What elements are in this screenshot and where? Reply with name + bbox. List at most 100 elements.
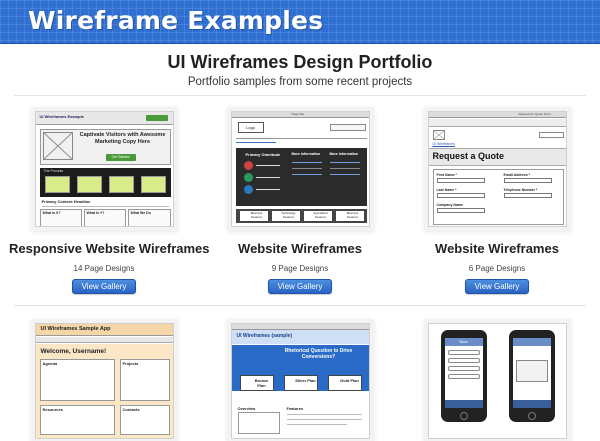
wf-field-input <box>436 193 485 198</box>
wf-dark-heading: More Information <box>291 152 321 156</box>
wf-panel-title: Contacts <box>122 407 140 412</box>
wf-text-line <box>255 165 280 166</box>
wf-col-label: What Is Y? <box>86 211 105 215</box>
page-subtitle: Portfolio samples from some recent proje… <box>187 76 413 88</box>
wf-text-line <box>286 414 362 415</box>
thumbnail-mobile-app-wireframe[interactable]: Store <box>427 323 567 439</box>
wf-section-title: Features <box>286 406 304 411</box>
wf-text-line <box>255 189 280 190</box>
wf-panel-title: Projects <box>122 361 139 366</box>
wf-sticky-note <box>140 176 166 193</box>
divider <box>14 305 586 306</box>
wf-tab-bar <box>512 400 551 408</box>
wf-field-input <box>503 178 552 183</box>
wf-text-line <box>41 206 169 207</box>
thumbnail-website-wireframe[interactable]: Page title Logo Primary Omnitude More In… <box>230 111 370 227</box>
wf-footer-tile: Specialized Features <box>303 211 332 221</box>
wf-video-placeholder <box>237 412 280 434</box>
view-gallery-button[interactable]: View Gallery <box>464 279 530 294</box>
wf-panel-title: Resources <box>42 407 63 412</box>
wf-question: Rhetorical Question to Drive Conversions… <box>284 348 353 360</box>
wf-hero-button: Get Started <box>105 154 136 161</box>
wf-tab-bar <box>35 337 173 343</box>
wf-field-label: Last Name * <box>436 188 457 192</box>
wf-field-label: First Name * <box>436 173 457 177</box>
wf-panel-title: Agenda <box>42 361 58 366</box>
wf-text-line <box>329 168 360 169</box>
wf-window-label: Request for Quote Form <box>518 112 551 116</box>
card-page-count: 6 Page Designs <box>468 264 526 273</box>
wf-signup-button <box>145 115 168 121</box>
wf-text-line <box>286 419 362 420</box>
wf-field-label: Email Address * <box>503 173 531 177</box>
wf-plan-card: Gold Plan <box>327 375 362 391</box>
wf-sticky-note <box>108 176 134 193</box>
wf-account-box <box>538 132 564 138</box>
wf-col-label: What We Do <box>130 211 151 215</box>
wf-footer-tile: Technology Features <box>271 211 300 221</box>
wf-list-row <box>447 358 480 363</box>
wf-sticky-note <box>76 176 102 193</box>
wf-process-label: The Process <box>43 169 64 173</box>
portfolio-card-mobile-app: Store <box>402 323 592 439</box>
image-placeholder-icon <box>432 130 445 140</box>
card-title: Responsive Website Wireframes <box>9 241 210 256</box>
wf-link-line <box>329 162 360 163</box>
wf-text-line <box>286 424 347 425</box>
wf-blue-icon <box>243 185 253 194</box>
wf-content-headline: Primary Content Headline <box>41 199 91 204</box>
wf-plan-card: Bronze Plan <box>239 375 274 391</box>
wf-tab-bar <box>444 400 483 408</box>
portfolio-card-responsive: UI Wireframes Example Captivate Visitors… <box>9 111 210 294</box>
wf-hero-text: Captivate Visitors with Awesome Marketin… <box>79 132 166 145</box>
card-page-count: 14 Page Designs <box>73 264 135 273</box>
wf-section-title: Overview <box>237 406 256 411</box>
wf-text-line <box>255 177 280 178</box>
wf-dark-heading: Primary Omnitude <box>245 152 281 157</box>
wf-phone-screen <box>444 338 483 408</box>
wf-link-line <box>329 174 360 175</box>
thumbnail-responsive-wireframe[interactable]: UI Wireframes Example Captivate Visitors… <box>34 111 174 227</box>
card-page-count: 9 Page Designs <box>271 264 329 273</box>
portfolio-card-landing-page: UI Wireframes (sample) Rhetorical Questi… <box>205 323 395 439</box>
wf-list-row <box>447 374 480 379</box>
wf-col-label: What is X? <box>42 211 61 215</box>
thumbnail-quote-form-wireframe[interactable]: Request for Quote Form UI Wireframes Req… <box>427 111 567 227</box>
thumbnail-sample-app-wireframe[interactable]: UI Wireframes Sample App Welcome, Userna… <box>34 323 174 439</box>
wf-link-line <box>291 174 322 175</box>
page-header: UI Wireframes Design Portfolio Portfolio… <box>0 50 600 89</box>
wf-green-icon <box>243 173 253 182</box>
wf-field-input <box>436 208 485 213</box>
wf-plan-card: Silver Plan <box>283 375 318 391</box>
wf-browser-toolbar <box>428 119 566 127</box>
wf-dialog <box>515 360 548 382</box>
wf-field-label: Company Name <box>436 203 463 207</box>
wf-quote-heading: Request a Quote <box>432 151 505 161</box>
wf-link-line <box>291 162 322 163</box>
wf-text-line <box>235 138 367 139</box>
portfolio-card-sample-app: UI Wireframes Sample App Welcome, Userna… <box>9 323 199 439</box>
banner-title: Wireframe Examples <box>28 6 324 35</box>
portfolio-card-website-1: Page title Logo Primary Omnitude More In… <box>205 111 395 294</box>
wf-link-line <box>235 142 276 143</box>
view-gallery-button[interactable]: View Gallery <box>71 279 137 294</box>
wf-field-input <box>503 193 552 198</box>
wf-logo: Logo <box>237 122 264 133</box>
wf-contact-box <box>329 124 366 131</box>
wf-screen-title: Store <box>444 338 483 346</box>
site-banner: Wireframe Examples <box>0 0 600 44</box>
wf-footer-tile: Business Features <box>335 211 364 221</box>
card-title: Website Wireframes <box>435 241 559 256</box>
wf-dark-heading: More Information <box>329 152 359 156</box>
wf-sticky-note <box>44 176 70 193</box>
wf-window-label: Page title <box>291 112 305 116</box>
thumbnail-landing-page-wireframe[interactable]: UI Wireframes (sample) Rhetorical Questi… <box>230 323 370 439</box>
wf-text-line <box>291 168 322 169</box>
view-gallery-button[interactable]: View Gallery <box>267 279 333 294</box>
wf-screen-header <box>512 338 551 346</box>
wf-field-input <box>436 178 485 183</box>
wf-list-row <box>447 350 480 355</box>
wf-logo: UI Wireframes (sample) <box>236 333 293 339</box>
wf-welcome: Welcome, Username! <box>40 348 107 355</box>
home-button-icon <box>459 412 468 420</box>
